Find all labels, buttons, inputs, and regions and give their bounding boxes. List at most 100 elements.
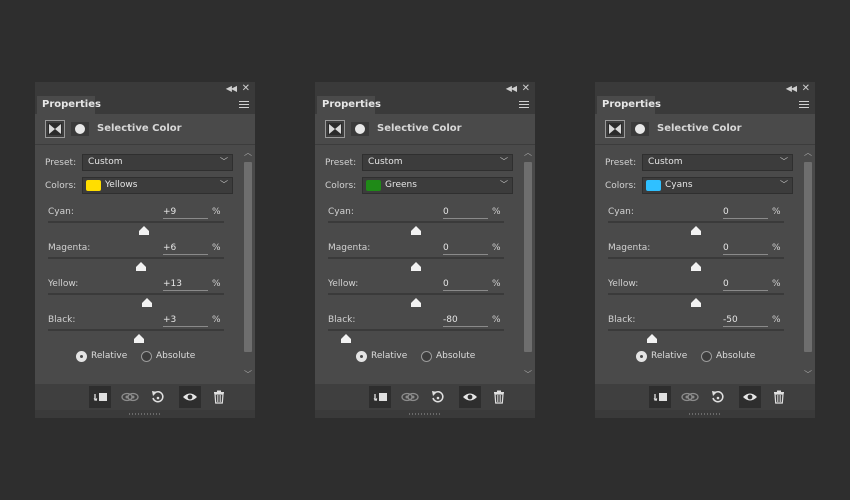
black-slider-thumb[interactable] <box>133 334 144 343</box>
adjustment-layer-icon[interactable] <box>325 120 345 138</box>
delete-button[interactable] <box>488 386 510 408</box>
radio-relative[interactable]: Relative <box>356 350 426 364</box>
magenta-value-input[interactable]: 0 <box>443 243 488 255</box>
panel-menu-icon[interactable] <box>239 101 249 109</box>
cyan-value-input[interactable]: 0 <box>723 207 768 219</box>
panel-titlebar[interactable]: ◀◀ ✕ <box>315 82 535 96</box>
black-slider[interactable]: Black: -80% <box>315 315 535 351</box>
close-icon[interactable]: ✕ <box>522 82 530 96</box>
scroll-up-icon[interactable]: ︿ <box>802 148 814 158</box>
magenta-slider[interactable]: Magenta: 0% <box>595 243 815 279</box>
magenta-slider-thumb[interactable] <box>691 262 701 271</box>
black-slider-thumb[interactable] <box>647 334 657 343</box>
reset-button[interactable] <box>147 386 169 408</box>
cyan-slider-track[interactable] <box>328 221 504 223</box>
cyan-value-input[interactable]: +9 <box>163 207 208 219</box>
preset-select[interactable]: Custom ﹀ <box>82 154 233 171</box>
yellow-slider[interactable]: Yellow: 0% <box>315 279 535 315</box>
black-slider-track[interactable] <box>608 329 784 331</box>
scrollbar-thumb[interactable] <box>524 162 532 352</box>
radio-dot[interactable] <box>356 351 367 362</box>
magenta-slider-thumb[interactable] <box>136 262 147 271</box>
magenta-slider-track[interactable] <box>328 257 504 259</box>
radio-dot[interactable] <box>636 351 647 362</box>
resize-grip[interactable] <box>595 410 815 418</box>
radio-dot[interactable] <box>76 351 87 362</box>
cyan-slider[interactable]: Cyan: 0% <box>315 207 535 243</box>
tab-properties[interactable]: Properties <box>37 96 101 114</box>
view-previous-state-button[interactable] <box>118 386 140 408</box>
close-icon[interactable]: ✕ <box>802 82 810 96</box>
delete-button[interactable] <box>208 386 230 408</box>
black-value-input[interactable]: -80 <box>443 315 488 327</box>
tab-properties[interactable]: Properties <box>597 96 661 114</box>
yellow-slider-thumb[interactable] <box>411 298 421 307</box>
cyan-slider[interactable]: Cyan: +9% <box>35 207 255 243</box>
preset-select[interactable]: Custom ﹀ <box>642 154 793 171</box>
scrollbar-thumb[interactable] <box>244 162 252 352</box>
magenta-slider[interactable]: Magenta: 0% <box>315 243 535 279</box>
panel-menu-icon[interactable] <box>519 101 529 109</box>
black-value-input[interactable]: -50 <box>723 315 768 327</box>
cyan-slider-thumb[interactable] <box>138 226 149 235</box>
collapse-icon[interactable]: ◀◀ <box>506 82 517 96</box>
tab-properties[interactable]: Properties <box>317 96 381 114</box>
radio-dot[interactable] <box>141 351 152 362</box>
collapse-icon[interactable]: ◀◀ <box>786 82 797 96</box>
resize-grip[interactable] <box>35 410 255 418</box>
radio-relative[interactable]: Relative <box>636 350 706 364</box>
radio-dot[interactable] <box>701 351 712 362</box>
colors-select[interactable]: Cyans ﹀ <box>642 177 793 194</box>
scroll-down-icon[interactable]: ﹀ <box>522 370 534 380</box>
preset-select[interactable]: Custom ﹀ <box>362 154 513 171</box>
yellow-value-input[interactable]: +13 <box>163 279 208 291</box>
view-previous-state-button[interactable] <box>398 386 420 408</box>
collapse-icon[interactable]: ◀◀ <box>226 82 237 96</box>
layer-mask-icon[interactable] <box>351 122 369 136</box>
yellow-slider[interactable]: Yellow: +13% <box>35 279 255 315</box>
black-value-input[interactable]: +3 <box>163 315 208 327</box>
visibility-button[interactable] <box>739 386 761 408</box>
black-slider-track[interactable] <box>48 329 224 331</box>
clip-to-layer-button[interactable] <box>89 386 111 408</box>
black-slider-thumb[interactable] <box>340 334 351 343</box>
radio-absolute[interactable]: Absolute <box>701 350 771 364</box>
scrollbar[interactable]: ︿ ﹀ <box>802 148 814 382</box>
radio-dot[interactable] <box>421 351 432 362</box>
delete-button[interactable] <box>768 386 790 408</box>
reset-button[interactable] <box>707 386 729 408</box>
adjustment-layer-icon[interactable] <box>605 120 625 138</box>
adjustment-layer-icon[interactable] <box>45 120 65 138</box>
cyan-slider-track[interactable] <box>48 221 224 223</box>
clip-to-layer-button[interactable] <box>369 386 391 408</box>
scroll-up-icon[interactable]: ︿ <box>242 148 254 158</box>
layer-mask-icon[interactable] <box>71 122 89 136</box>
cyan-slider-track[interactable] <box>608 221 784 223</box>
visibility-button[interactable] <box>459 386 481 408</box>
magenta-slider-thumb[interactable] <box>411 262 421 271</box>
colors-select[interactable]: Yellows ﹀ <box>82 177 233 194</box>
scrollbar-thumb[interactable] <box>804 162 812 352</box>
yellow-slider-track[interactable] <box>328 293 504 295</box>
magenta-slider-track[interactable] <box>608 257 784 259</box>
panel-titlebar[interactable]: ◀◀ ✕ <box>595 82 815 96</box>
cyan-slider[interactable]: Cyan: 0% <box>595 207 815 243</box>
colors-select[interactable]: Greens ﹀ <box>362 177 513 194</box>
scrollbar[interactable]: ︿ ﹀ <box>522 148 534 382</box>
radio-absolute[interactable]: Absolute <box>141 350 211 364</box>
scroll-up-icon[interactable]: ︿ <box>522 148 534 158</box>
yellow-slider-track[interactable] <box>48 293 224 295</box>
yellow-value-input[interactable]: 0 <box>723 279 768 291</box>
view-previous-state-button[interactable] <box>678 386 700 408</box>
magenta-slider[interactable]: Magenta: +6% <box>35 243 255 279</box>
resize-grip[interactable] <box>315 410 535 418</box>
visibility-button[interactable] <box>179 386 201 408</box>
magenta-value-input[interactable]: 0 <box>723 243 768 255</box>
scroll-down-icon[interactable]: ﹀ <box>242 370 254 380</box>
layer-mask-icon[interactable] <box>631 122 649 136</box>
yellow-slider[interactable]: Yellow: 0% <box>595 279 815 315</box>
radio-absolute[interactable]: Absolute <box>421 350 491 364</box>
black-slider[interactable]: Black: +3% <box>35 315 255 351</box>
panel-menu-icon[interactable] <box>799 101 809 109</box>
yellow-value-input[interactable]: 0 <box>443 279 488 291</box>
